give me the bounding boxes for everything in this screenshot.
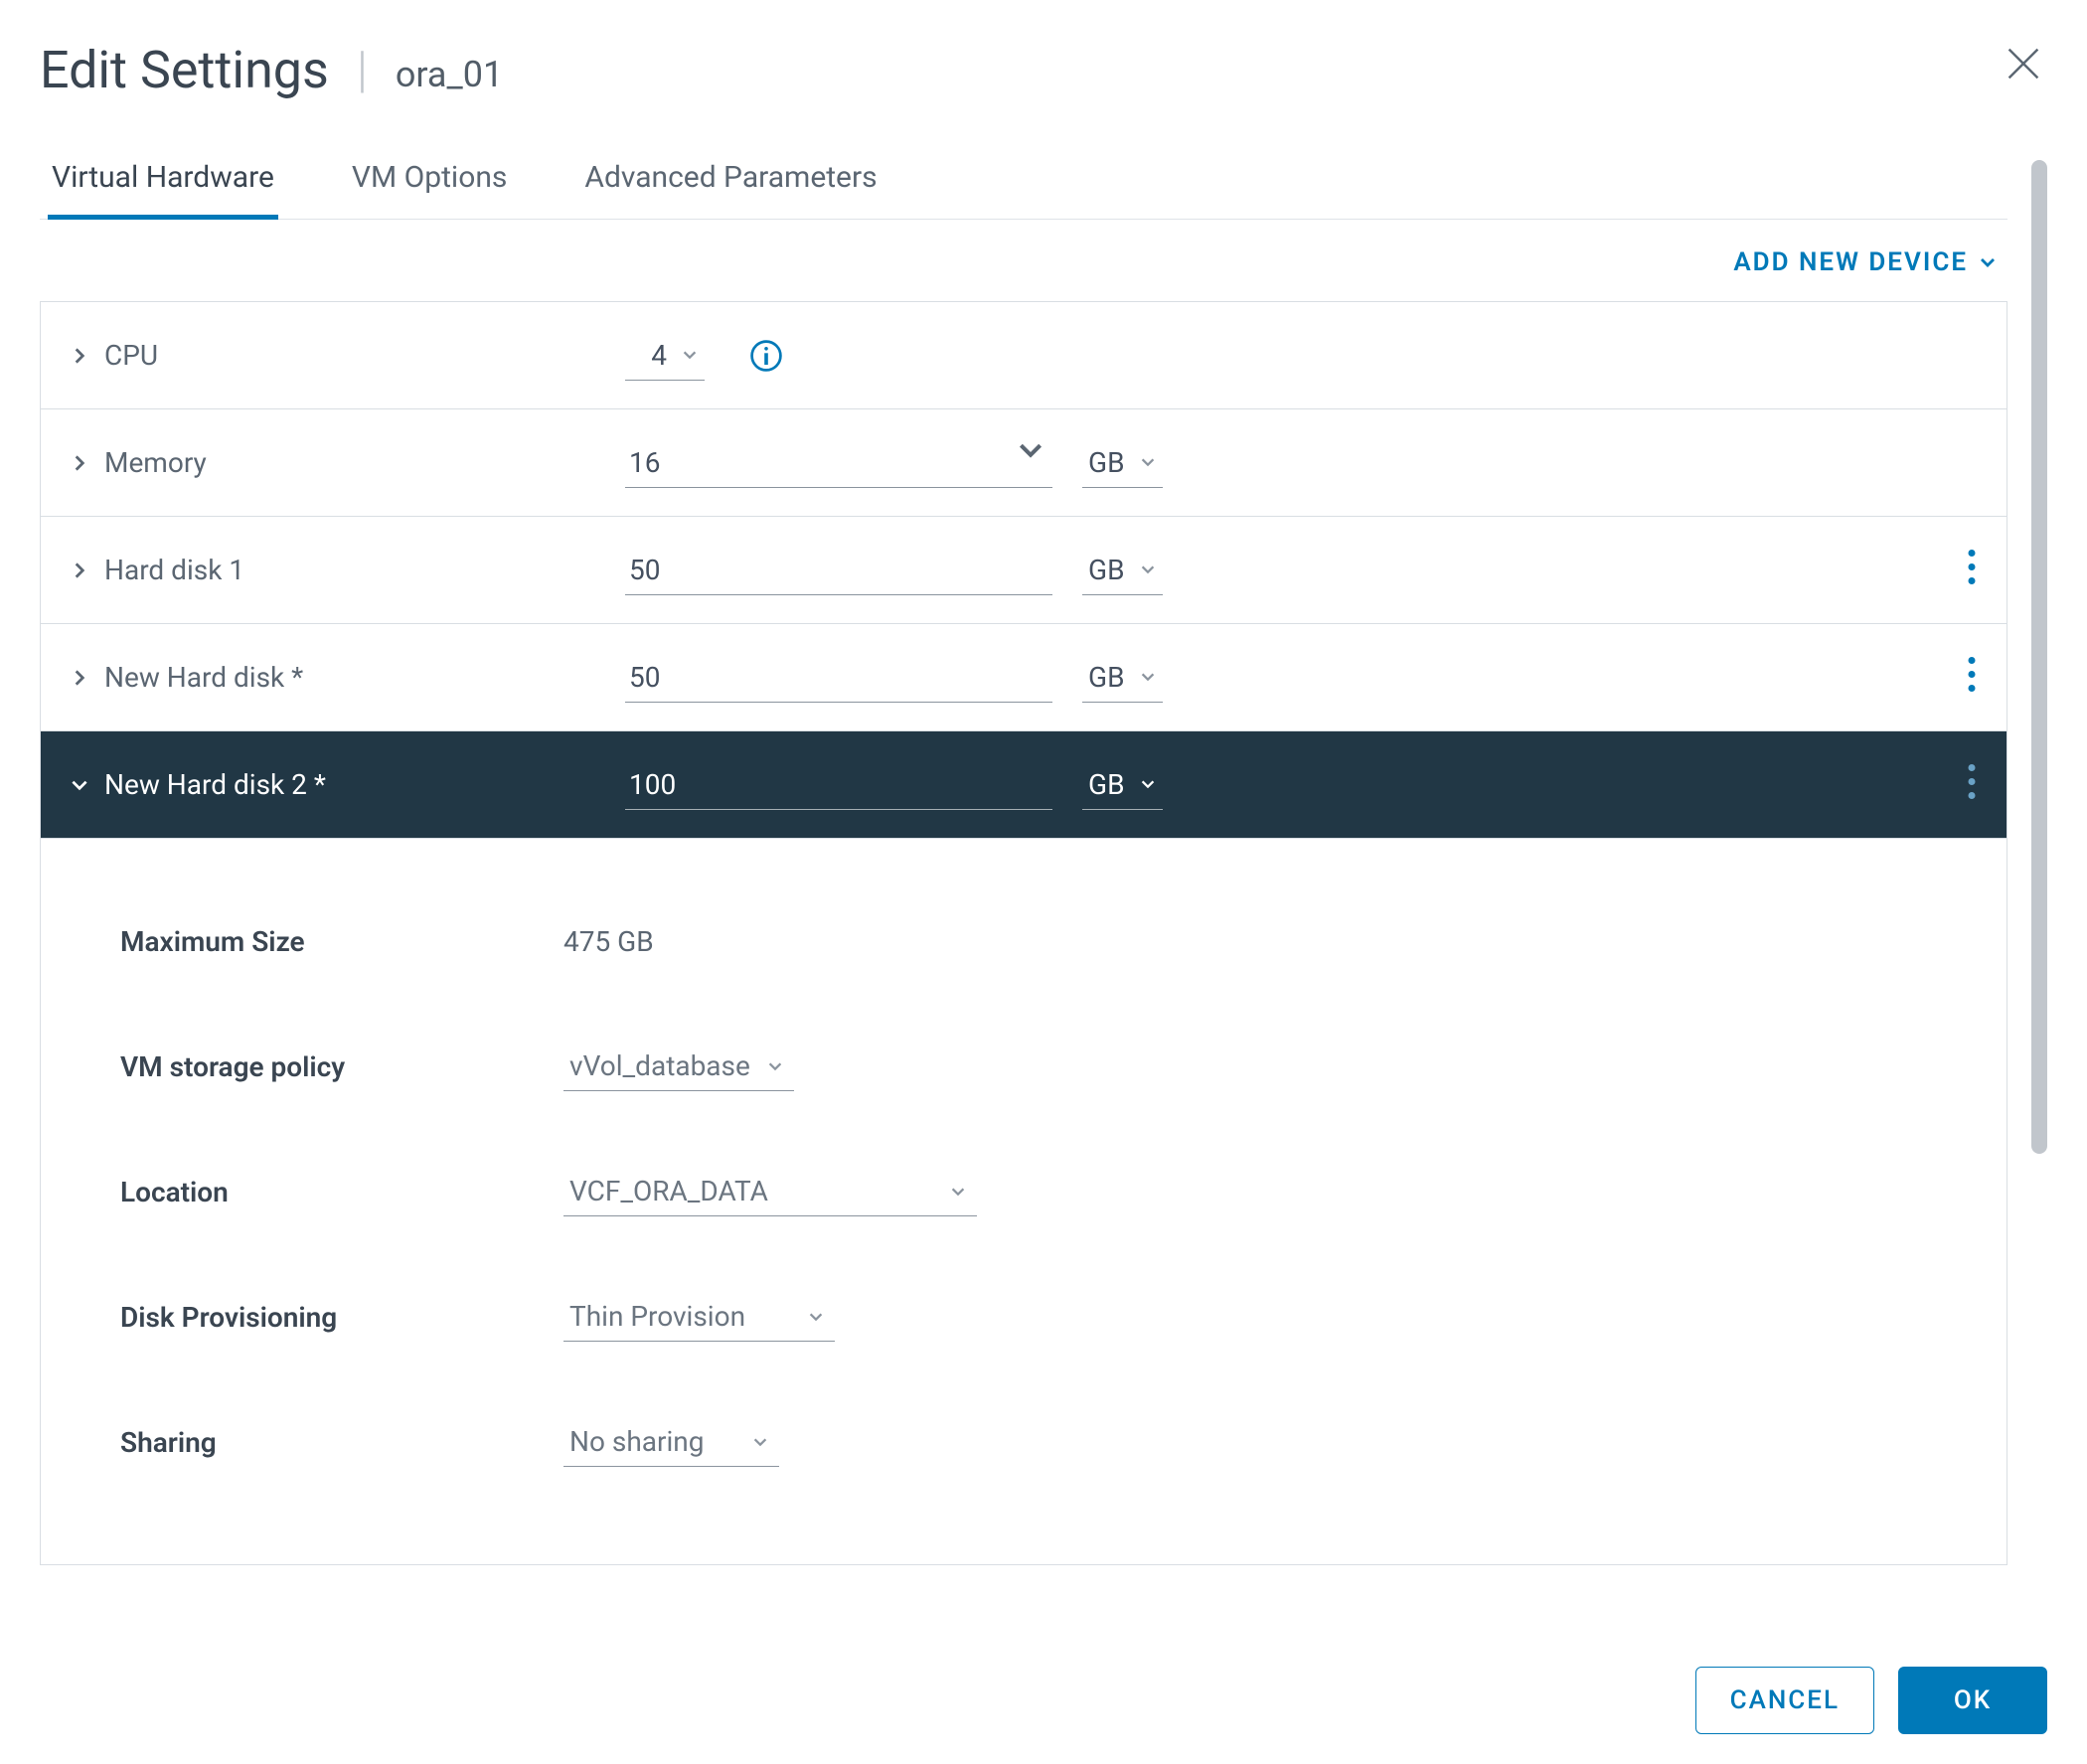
provisioning-label: Disk Provisioning — [69, 1301, 563, 1334]
chevron-right-icon — [69, 345, 90, 367]
tab-virtual-hardware[interactable]: Virtual Hardware — [48, 150, 278, 219]
cpu-select[interactable]: 4 — [625, 331, 705, 381]
cancel-button[interactable]: CANCEL — [1695, 1667, 1874, 1734]
dialog-title: Edit Settings — [40, 40, 329, 100]
chevron-down-icon[interactable] — [1015, 434, 1046, 466]
scrollbar[interactable] — [2031, 160, 2047, 1154]
memory-label: Memory — [104, 446, 207, 479]
new-hard-disk-actions-button[interactable] — [1959, 647, 1985, 708]
dialog-header: Edit Settings | ora_01 — [40, 40, 2047, 100]
scroll-region: Virtual Hardware VM Options Advanced Par… — [40, 150, 2047, 1651]
close-button[interactable] — [2000, 40, 2047, 87]
detail-provisioning: Disk Provisioning Thin Provision — [69, 1254, 1979, 1379]
new-hard-disk-size-input[interactable] — [625, 653, 1052, 703]
title-divider: | — [357, 46, 368, 95]
kebab-icon — [1967, 548, 1977, 585]
storage-policy-label: VM storage policy — [69, 1050, 563, 1083]
hard-disk-1-size-input[interactable] — [625, 546, 1052, 595]
chevron-down-icon — [1139, 561, 1157, 578]
entity-name: ora_01 — [396, 54, 503, 95]
chevron-down-icon — [1139, 775, 1157, 793]
hard-disk-1-label: Hard disk 1 — [104, 554, 244, 586]
tab-advanced-parameters[interactable]: Advanced Parameters — [580, 150, 881, 219]
hardware-panel: CPU 4 Memory — [40, 301, 2007, 1565]
provisioning-select[interactable]: Thin Provision — [563, 1292, 835, 1342]
add-new-device-label: ADD NEW DEVICE — [1733, 247, 1968, 277]
chevron-down-icon — [681, 346, 699, 364]
row-new-hard-disk-2[interactable]: New Hard disk 2 * GB — [41, 731, 2007, 839]
close-icon — [2000, 40, 2047, 87]
chevron-down-icon — [949, 1183, 967, 1201]
detail-location: Location VCF_ORA_DATA — [69, 1129, 1979, 1254]
chevron-down-icon — [766, 1057, 784, 1075]
row-memory[interactable]: Memory GB — [41, 409, 2007, 517]
hard-disk-1-actions-button[interactable] — [1959, 540, 1985, 600]
edit-settings-dialog: Edit Settings | ora_01 Virtual Hardware … — [0, 0, 2087, 1764]
memory-input[interactable] — [625, 438, 1052, 488]
max-size-label: Maximum Size — [69, 925, 563, 958]
new-hard-disk-label: New Hard disk * — [104, 661, 303, 694]
cpu-label: CPU — [104, 339, 158, 372]
sharing-select[interactable]: No sharing — [563, 1417, 779, 1467]
storage-policy-select[interactable]: vVol_database — [563, 1042, 794, 1091]
hard-disk-1-unit-select[interactable]: GB — [1082, 546, 1163, 595]
ok-button[interactable]: OK — [1898, 1667, 2047, 1734]
chevron-right-icon — [69, 560, 90, 581]
tab-vm-options[interactable]: VM Options — [348, 150, 512, 219]
chevron-down-icon — [1139, 453, 1157, 471]
chevron-right-icon — [69, 667, 90, 689]
max-size-value: 475 GB — [563, 925, 654, 958]
chevron-down-icon — [807, 1308, 825, 1326]
chevron-down-icon — [751, 1433, 769, 1451]
chevron-right-icon — [69, 452, 90, 474]
memory-unit-select[interactable]: GB — [1082, 438, 1163, 488]
detail-sharing: Sharing No sharing — [69, 1379, 1979, 1505]
detail-storage-policy: VM storage policy vVol_database — [69, 1004, 1979, 1129]
kebab-icon — [1967, 762, 1977, 800]
info-icon[interactable] — [748, 338, 784, 374]
row-hard-disk-1[interactable]: Hard disk 1 GB — [41, 517, 2007, 624]
chevron-down-icon — [69, 774, 90, 796]
tabs: Virtual Hardware VM Options Advanced Par… — [40, 150, 2007, 220]
add-new-device-button[interactable]: ADD NEW DEVICE — [1733, 247, 1998, 277]
new-hard-disk-2-details: Maximum Size 475 GB VM storage policy vV… — [41, 839, 2007, 1565]
new-hard-disk-2-label: New Hard disk 2 * — [104, 768, 326, 801]
dialog-footer: CANCEL OK — [1695, 1667, 2047, 1734]
kebab-icon — [1967, 655, 1977, 693]
chevron-down-icon — [1978, 252, 1998, 272]
row-new-hard-disk[interactable]: New Hard disk * GB — [41, 624, 2007, 731]
chevron-down-icon — [1139, 668, 1157, 686]
location-label: Location — [69, 1176, 563, 1208]
row-cpu[interactable]: CPU 4 — [41, 302, 2007, 409]
new-hard-disk-unit-select[interactable]: GB — [1082, 653, 1163, 703]
new-hard-disk-2-size-input[interactable] — [625, 760, 1052, 810]
location-select[interactable]: VCF_ORA_DATA — [563, 1167, 977, 1216]
detail-maximum-size: Maximum Size 475 GB — [69, 879, 1979, 1004]
sharing-label: Sharing — [69, 1426, 563, 1459]
new-hard-disk-2-actions-button[interactable] — [1959, 754, 1985, 815]
new-hard-disk-2-unit-select[interactable]: GB — [1082, 760, 1163, 810]
